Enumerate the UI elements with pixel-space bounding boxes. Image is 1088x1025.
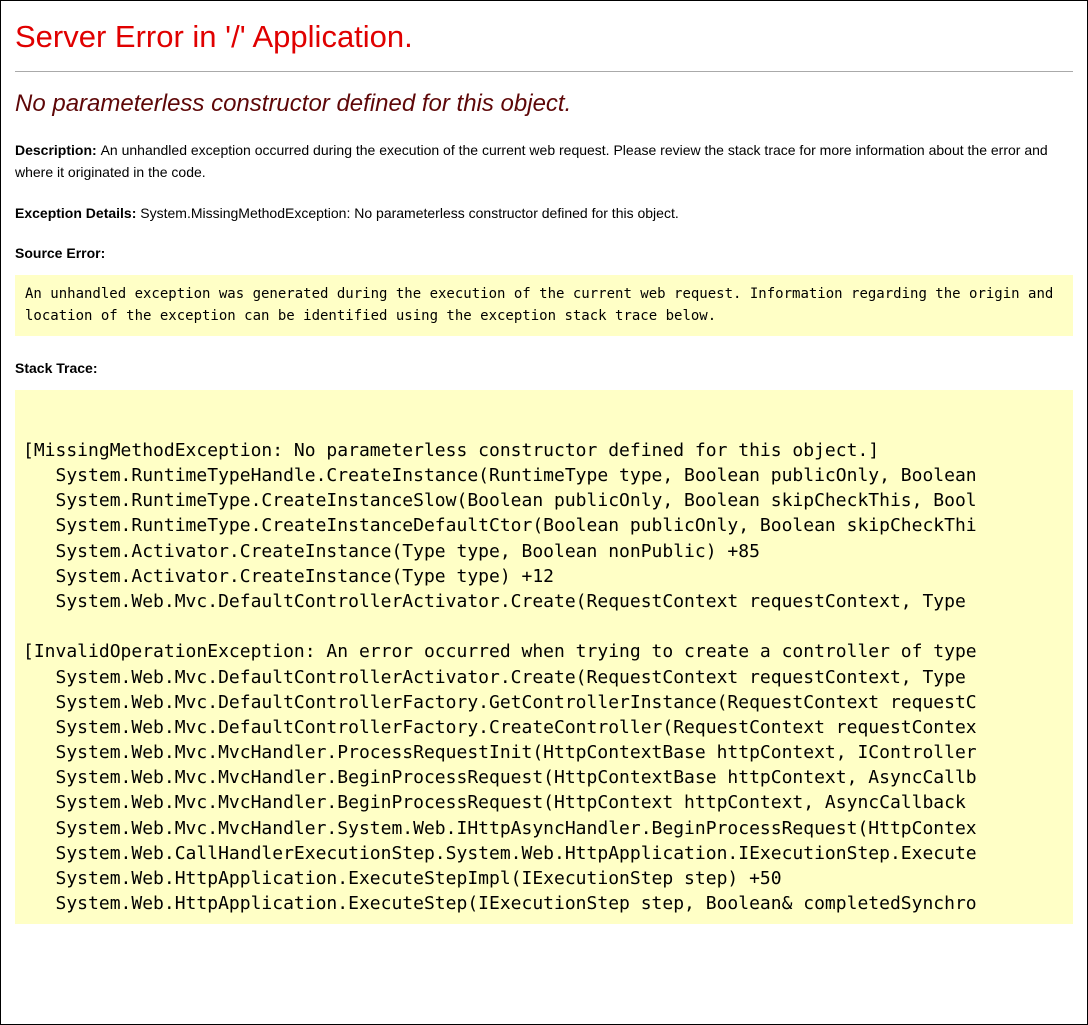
stack-trace-label: Stack Trace: [15, 360, 1073, 376]
page-title: Server Error in '/' Application. [15, 19, 1073, 55]
description-label: Description: [15, 142, 101, 158]
error-page: Server Error in '/' Application. No para… [0, 0, 1088, 1025]
description-block: Description: An unhandled exception occu… [15, 140, 1073, 183]
source-error-box: An unhandled exception was generated dur… [15, 275, 1073, 336]
divider [15, 71, 1073, 72]
description-text: An unhandled exception occurred during t… [15, 142, 1048, 180]
exception-block: Exception Details: System.MissingMethodE… [15, 203, 1073, 225]
error-subtitle: No parameterless constructor defined for… [15, 90, 1073, 118]
exception-text: System.MissingMethodException: No parame… [140, 205, 678, 221]
exception-label: Exception Details: [15, 205, 140, 221]
source-error-label: Source Error: [15, 245, 1073, 261]
stack-trace-box: [MissingMethodException: No parameterles… [15, 390, 1073, 925]
